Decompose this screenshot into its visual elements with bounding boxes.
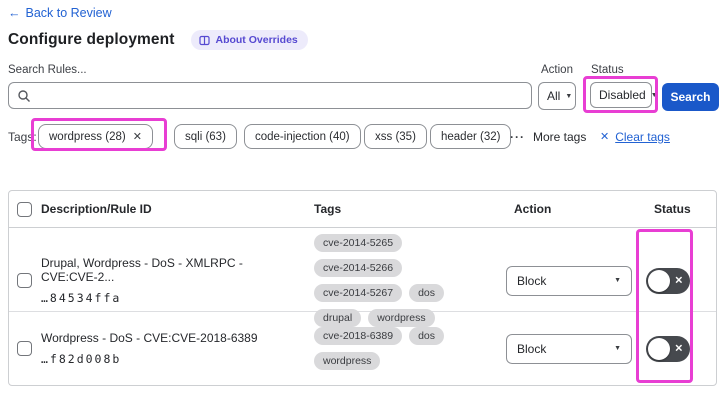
configure-deployment-page: ← Back to Review Configure deployment Ab…	[0, 0, 725, 406]
description-cell: Drupal, Wordpress - DoS - XMLRPC - CVE:C…	[41, 256, 306, 305]
back-to-review-link[interactable]: ← Back to Review	[8, 6, 112, 20]
col-status-header: Status	[654, 202, 691, 216]
select-all-checkbox[interactable]	[17, 201, 32, 217]
table-header-row: Description/Rule ID Tags Action Status	[9, 191, 716, 228]
toggle-knob	[648, 337, 670, 360]
search-button[interactable]: Search	[662, 83, 719, 111]
row-checkbox[interactable]	[17, 273, 32, 288]
col-tags-header: Tags	[314, 202, 342, 216]
rule-tag-pill: wordpress	[314, 352, 381, 370]
status-filter-dropdown[interactable]: Disabled ▼	[590, 82, 658, 108]
search-icon	[17, 89, 31, 103]
action-filter-dropdown[interactable]: All ▼	[538, 82, 576, 110]
status-label: Status	[591, 64, 624, 76]
more-tags-button[interactable]: ··· More tags	[510, 124, 586, 149]
chevron-down-icon: ▼	[565, 92, 573, 100]
book-icon	[199, 35, 211, 46]
chevron-down-icon: ▼	[614, 277, 621, 284]
clear-tags-label: Clear tags	[615, 129, 670, 144]
status-cell: ✕	[642, 267, 716, 294]
action-label: Action	[541, 64, 573, 76]
rule-description: Wordpress - DoS - CVE:CVE-2018-6389	[41, 331, 258, 345]
clear-tags-button[interactable]: ✕ Clear tags	[600, 124, 670, 149]
title-row: Configure deployment About Overrides	[8, 30, 308, 50]
back-arrow-icon: ←	[8, 6, 21, 20]
search-rules-input-wrap	[8, 82, 532, 109]
status-filter-value: Disabled	[599, 88, 646, 102]
rule-tag-pill: dos	[409, 284, 444, 302]
tag-filter-code-injection[interactable]: code-injection (40)	[244, 124, 361, 149]
clear-x-icon: ✕	[600, 131, 610, 143]
rule-id: …84534ffa	[41, 291, 122, 305]
chevron-down-icon: ▼	[614, 345, 621, 352]
remove-tag-icon[interactable]: ✕	[133, 130, 142, 143]
rule-tag-pill: dos	[409, 327, 444, 345]
status-toggle[interactable]: ✕	[646, 335, 690, 362]
rule-tag-pill: cve-2014-5266	[314, 259, 403, 277]
chevron-down-icon: ▼	[650, 91, 658, 99]
col-description-header: Description/Rule ID	[41, 202, 152, 216]
action-select[interactable]: Block ▼	[506, 333, 632, 364]
tag-filter-header[interactable]: header (32)	[430, 124, 512, 149]
status-toggle[interactable]: ✕	[646, 267, 690, 294]
rule-tag-pill: cve-2014-5267	[314, 284, 403, 302]
selected-tag-label: wordpress (28)	[49, 130, 126, 143]
tag-filter-sqli[interactable]: sqli (63)	[174, 124, 237, 149]
search-rules-input[interactable]	[37, 88, 523, 103]
action-select-value: Block	[517, 341, 547, 356]
toggle-x-icon: ✕	[674, 275, 683, 286]
col-action-header: Action	[514, 202, 552, 216]
tags-cell: cve-2014-5265 cve-2014-5266 cve-2014-5267 d…	[306, 228, 504, 333]
table-body: Drupal, Wordpress - DoS - XMLRPC - CVE:C…	[9, 228, 716, 385]
rule-tag-pill: cve-2014-5265	[314, 234, 403, 252]
tags-label: Tags:	[8, 130, 37, 144]
tags-cell: cve-2018-6389 dos wordpress	[306, 321, 504, 376]
toggle-x-icon: ✕	[674, 343, 683, 354]
action-select[interactable]: Block ▼	[506, 265, 632, 296]
tag-filter-xss[interactable]: xss (35)	[364, 124, 427, 149]
rules-table: Description/Rule ID Tags Action Status D…	[8, 190, 717, 386]
selected-tag-wordpress[interactable]: wordpress (28) ✕	[38, 124, 153, 149]
rule-description: Drupal, Wordpress - DoS - XMLRPC - CVE:C…	[41, 256, 243, 284]
action-select-value: Block	[517, 273, 547, 288]
about-overrides-badge[interactable]: About Overrides	[191, 30, 308, 50]
page-title: Configure deployment	[8, 31, 175, 48]
toggle-knob	[648, 269, 670, 292]
about-overrides-label: About Overrides	[215, 34, 298, 46]
action-cell: Block ▼	[504, 333, 642, 364]
description-cell: Wordpress - DoS - CVE:CVE-2018-6389 …f82…	[41, 331, 306, 366]
search-rules-label: Search Rules...	[8, 64, 87, 76]
action-filter-value: All	[547, 89, 561, 103]
more-tags-label: More tags	[533, 129, 587, 144]
action-cell: Block ▼	[504, 265, 642, 296]
rule-id: …f82d008b	[41, 352, 122, 366]
table-row: Drupal, Wordpress - DoS - XMLRPC - CVE:C…	[9, 228, 716, 327]
ellipsis-icon: ···	[510, 129, 525, 144]
row-checkbox[interactable]	[17, 341, 32, 356]
table-row: Wordpress - DoS - CVE:CVE-2018-6389 …f82…	[9, 312, 716, 385]
back-link-label: Back to Review	[25, 6, 112, 20]
status-cell: ✕	[642, 335, 716, 362]
rule-tag-pill: cve-2018-6389	[314, 327, 403, 345]
